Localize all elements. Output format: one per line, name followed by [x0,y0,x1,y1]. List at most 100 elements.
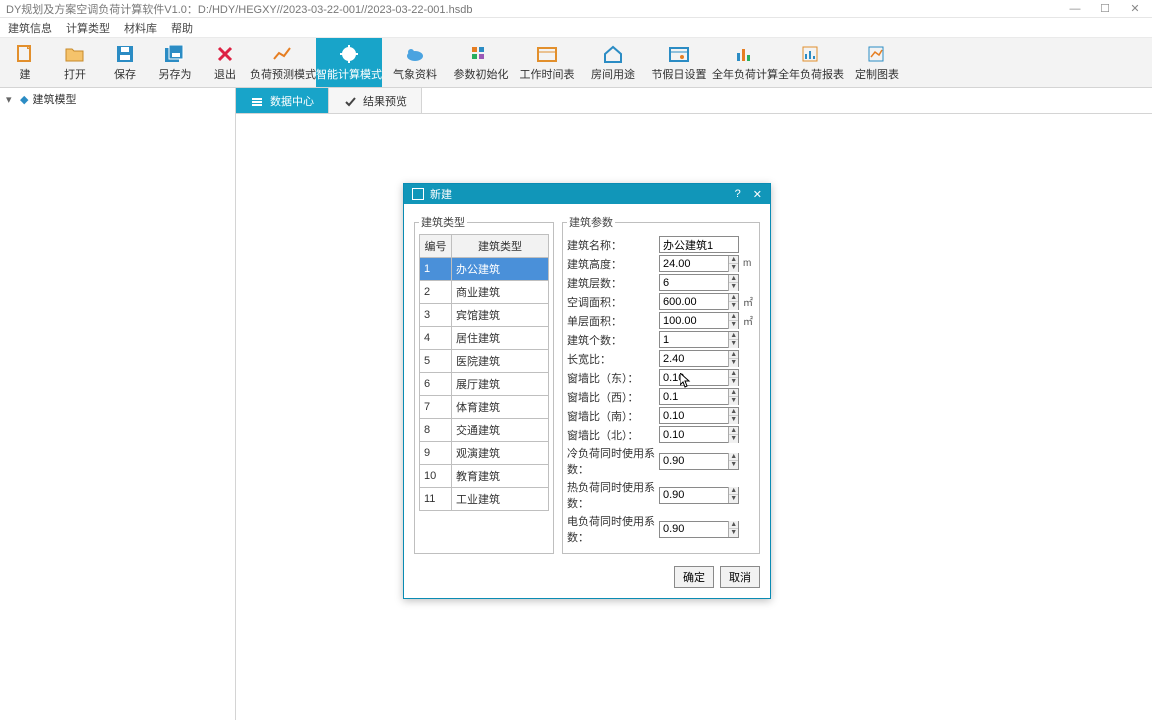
spin-down-icon[interactable]: ▼ [729,302,738,310]
toolbar-custom-chart[interactable]: 定制图表 [844,38,910,87]
table-row[interactable]: 9观演建筑 [420,442,549,465]
param-input[interactable] [660,332,728,347]
spin-up-icon[interactable]: ▲ [729,487,738,495]
param-input[interactable] [660,408,728,423]
spin-up-icon[interactable]: ▲ [729,427,738,435]
param-input[interactable] [660,370,728,385]
spinner[interactable]: ▲▼ [728,487,738,503]
spin-down-icon[interactable]: ▼ [729,529,738,537]
spin-down-icon[interactable]: ▼ [729,283,738,291]
spinner[interactable]: ▲▼ [728,256,738,272]
spin-up-icon[interactable]: ▲ [729,453,738,461]
param-input[interactable] [660,313,728,328]
spin-down-icon[interactable]: ▼ [729,397,738,405]
spinner[interactable]: ▲▼ [728,332,738,348]
spin-up-icon[interactable]: ▲ [729,275,738,283]
spinner[interactable]: ▲▼ [728,294,738,310]
spin-up-icon[interactable]: ▲ [729,370,738,378]
spin-down-icon[interactable]: ▼ [729,435,738,443]
spin-up-icon[interactable]: ▲ [729,256,738,264]
spin-up-icon[interactable]: ▲ [729,389,738,397]
spin-up-icon[interactable]: ▲ [729,313,738,321]
tab-1[interactable]: 结果预览 [329,88,422,113]
toolbar-saveas[interactable]: 另存为 [150,38,200,87]
menu-calc-type[interactable]: 计算类型 [66,20,110,36]
param-input[interactable] [660,256,728,271]
param-input-wrap: ▲▼ [659,426,739,443]
table-row[interactable]: 4居住建筑 [420,327,549,350]
minimize-button[interactable]: — [1068,2,1082,16]
toolbar-mode-smart[interactable]: 智能计算模式 [316,38,382,87]
param-input[interactable] [660,427,728,442]
tree-root[interactable]: ▾ ◆ 建筑模型 [4,90,231,108]
spinner[interactable]: ▲▼ [728,370,738,386]
toolbar-holiday[interactable]: 节假日设置 [646,38,712,87]
spin-down-icon[interactable]: ▼ [729,461,738,469]
table-row[interactable]: 5医院建筑 [420,350,549,373]
toolbar-weather[interactable]: 气象资料 [382,38,448,87]
spin-down-icon[interactable]: ▼ [729,321,738,329]
table-row[interactable]: 8交通建筑 [420,419,549,442]
spinner[interactable]: ▲▼ [728,351,738,367]
spin-down-icon[interactable]: ▼ [729,495,738,503]
param-input[interactable] [660,454,728,469]
spin-down-icon[interactable]: ▼ [729,359,738,367]
spin-down-icon[interactable]: ▼ [729,378,738,386]
spin-down-icon[interactable]: ▼ [729,416,738,424]
maximize-button[interactable]: ☐ [1098,2,1112,16]
toolbar-exit[interactable]: 退出 [200,38,250,87]
toolbar-save[interactable]: 保存 [100,38,150,87]
toolbar-mode-forecast[interactable]: 负荷预测模式 [250,38,316,87]
param-input[interactable] [660,351,728,366]
table-row[interactable]: 3宾馆建筑 [420,304,549,327]
spinner[interactable]: ▲▼ [728,275,738,291]
cancel-button[interactable]: 取消 [720,566,760,588]
spinner[interactable]: ▲▼ [728,427,738,443]
param-row-4: 单层面积：▲▼㎡ [567,312,755,329]
param-input[interactable] [660,294,728,309]
menu-materials[interactable]: 材料库 [124,20,157,36]
spin-down-icon[interactable]: ▼ [729,264,738,272]
spinner[interactable]: ▲▼ [728,408,738,424]
param-input[interactable] [660,488,728,503]
spin-up-icon[interactable]: ▲ [729,294,738,302]
tab-0[interactable]: 数据中心 [236,88,329,113]
param-input[interactable] [660,389,728,404]
toolbar-new[interactable]: 建 [0,38,50,87]
building-type-table[interactable]: 编号 建筑类型 1办公建筑2商业建筑3宾馆建筑4居住建筑5医院建筑6展厅建筑7体… [419,234,549,511]
dialog-titlebar[interactable]: 新建 ? ✕ [404,184,770,204]
dialog-help-button[interactable]: ? [735,188,741,201]
spin-down-icon[interactable]: ▼ [729,340,738,348]
toolbar-open[interactable]: 打开 [50,38,100,87]
toolbar-year-report[interactable]: 全年负荷报表 [778,38,844,87]
menu-help[interactable]: 帮助 [171,20,193,36]
close-button[interactable]: ✕ [1128,2,1142,16]
spinner[interactable]: ▲▼ [728,313,738,329]
toolbar-init-params[interactable]: 参数初始化 [448,38,514,87]
spin-up-icon[interactable]: ▲ [729,351,738,359]
spin-up-icon[interactable]: ▲ [729,521,738,529]
spinner[interactable]: ▲▼ [728,521,738,537]
menu-building-info[interactable]: 建筑信息 [8,20,52,36]
spin-up-icon[interactable]: ▲ [729,332,738,340]
toolbar-label: 全年负荷计算 [712,66,778,82]
table-row[interactable]: 7体育建筑 [420,396,549,419]
table-row[interactable]: 2商业建筑 [420,281,549,304]
mode-forecast-icon [271,44,295,64]
table-row[interactable]: 6展厅建筑 [420,373,549,396]
table-row[interactable]: 1办公建筑 [420,258,549,281]
table-row[interactable]: 11工业建筑 [420,488,549,511]
spinner[interactable]: ▲▼ [728,453,738,469]
param-input[interactable] [660,522,728,537]
param-input[interactable] [660,237,738,252]
toolbar-year-calc[interactable]: 全年负荷计算 [712,38,778,87]
toolbar-room-use[interactable]: 房间用途 [580,38,646,87]
dialog-close-button[interactable]: ✕ [753,188,762,201]
spin-up-icon[interactable]: ▲ [729,408,738,416]
ok-button[interactable]: 确定 [674,566,714,588]
spinner[interactable]: ▲▼ [728,389,738,405]
table-row[interactable]: 10教育建筑 [420,465,549,488]
collapse-icon[interactable]: ▾ [6,93,16,106]
toolbar-work-schedule[interactable]: 工作时间表 [514,38,580,87]
param-input[interactable] [660,275,728,290]
